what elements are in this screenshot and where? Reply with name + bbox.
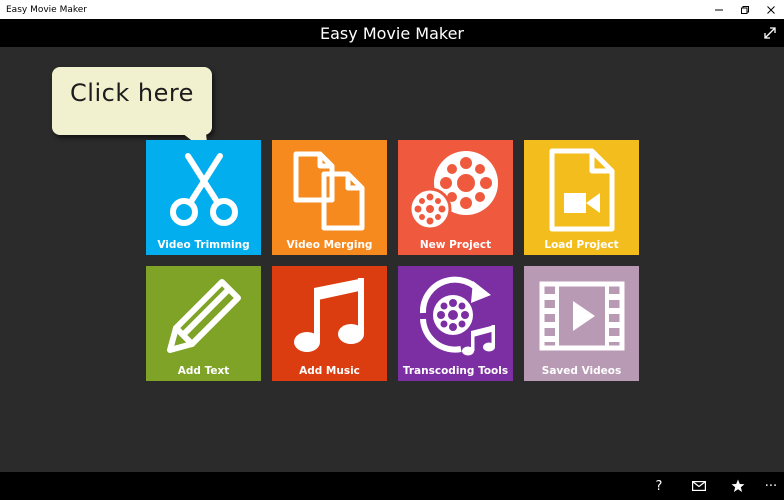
- tooltip-text: Click here: [70, 79, 194, 107]
- app-title: Easy Movie Maker: [320, 23, 464, 43]
- star-icon: [731, 479, 745, 492]
- minimize-icon: [715, 9, 723, 10]
- favorite-button[interactable]: [729, 478, 747, 494]
- window-titlebar: Easy Movie Maker: [0, 0, 784, 19]
- music-note-icon: [293, 278, 364, 352]
- tile-label: Transcoding Tools: [402, 365, 509, 377]
- filmstrip-play-icon: [539, 281, 624, 351]
- mail-button[interactable]: [690, 478, 708, 494]
- close-icon: [767, 5, 775, 14]
- more-button[interactable]: ···: [762, 478, 780, 494]
- tile-video-trimming[interactable]: Video Trimming: [146, 140, 261, 255]
- tile-label: Video Merging: [286, 239, 373, 251]
- tile-label: New Project: [419, 239, 492, 251]
- window-controls: [706, 0, 784, 19]
- command-bar: ? ···: [0, 472, 784, 500]
- documents-icon: [293, 151, 364, 231]
- tile-saved-videos[interactable]: Saved Videos: [524, 266, 639, 381]
- close-button[interactable]: [758, 0, 784, 19]
- scissors-icon: [169, 153, 238, 226]
- more-icon: ···: [764, 478, 778, 494]
- help-button[interactable]: ?: [650, 478, 668, 494]
- tile-label: Add Text: [177, 365, 230, 377]
- tile-add-music[interactable]: Add Music: [272, 266, 387, 381]
- transcode-reel-icon: [419, 276, 495, 356]
- tile-video-merging[interactable]: Video Merging: [272, 140, 387, 255]
- tile-label: Video Trimming: [157, 239, 250, 251]
- tile-label: Load Project: [544, 239, 619, 251]
- tile-label: Saved Videos: [541, 365, 622, 377]
- tile-new-project[interactable]: New Project: [398, 140, 513, 255]
- tile-add-text[interactable]: Add Text: [146, 266, 261, 381]
- click-here-tooltip: Click here: [52, 67, 212, 153]
- help-icon: ?: [655, 478, 663, 494]
- video-file-icon: [549, 148, 614, 232]
- pencil-icon: [166, 279, 241, 353]
- restore-icon: [741, 5, 749, 14]
- tile-label: Add Music: [299, 365, 360, 377]
- fullscreen-button[interactable]: [762, 25, 778, 41]
- app-header: Easy Movie Maker: [0, 19, 784, 47]
- tile-load-project[interactable]: Load Project: [524, 140, 639, 255]
- restore-button[interactable]: [732, 0, 758, 19]
- minimize-button[interactable]: [706, 0, 732, 19]
- tile-transcoding-tools[interactable]: Transcoding Tools: [398, 266, 513, 381]
- mail-icon: [692, 481, 706, 491]
- window-title: Easy Movie Maker: [6, 4, 87, 15]
- fullscreen-expand-icon: [764, 27, 776, 39]
- main-area: Click here Video Trimming Video Merging: [0, 47, 784, 472]
- film-reel-icon: [408, 151, 498, 231]
